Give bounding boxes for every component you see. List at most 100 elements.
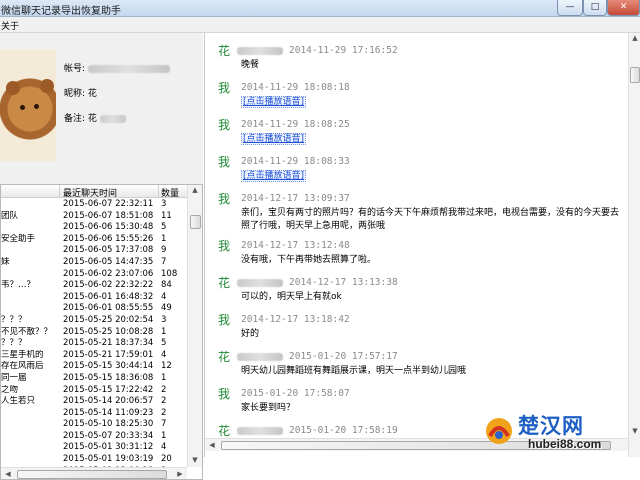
message-time: 2015-01-20 17:58:19 xyxy=(289,425,398,436)
play-voice-link[interactable]: [点击播放语音] xyxy=(241,96,307,108)
table-row[interactable]: 2015-06-01 08:55:55 49 xyxy=(1,303,187,315)
scroll-right-icon[interactable]: ▶ xyxy=(173,470,187,478)
nickname-value: 花 xyxy=(87,89,97,99)
scroll-up-icon[interactable]: ▲ xyxy=(188,186,202,194)
sender-name: 我 xyxy=(218,313,231,327)
table-row[interactable]: 同一届 2015-05-15 18:36:08 1 xyxy=(1,373,187,385)
column-header-time[interactable]: 最近聊天时间 xyxy=(63,186,117,199)
chat-message: 我 2014-12-17 13:18:42 好的 xyxy=(215,310,623,344)
message-count: 4 xyxy=(161,442,167,453)
logo-icon xyxy=(486,418,512,444)
table-row[interactable]: 2015-05-10 18:25:30 7 xyxy=(1,419,187,431)
contact-name: 之吻 xyxy=(1,384,19,395)
last-chat-time: 2015-06-02 23:07:06 xyxy=(63,268,154,279)
message-time: 2014-12-17 13:18:42 xyxy=(241,314,350,325)
message-count: 1 xyxy=(161,430,167,441)
sender-name: 花 xyxy=(218,350,231,364)
table-row[interactable]: 2015-06-06 15:30:48 5 xyxy=(1,222,187,234)
column-header-count[interactable]: 数量 xyxy=(161,186,179,199)
sender-name: 我 xyxy=(218,155,231,169)
note-value-blurred xyxy=(99,114,126,123)
maximize-button[interactable]: □ xyxy=(583,0,607,16)
table-row[interactable]: 2015-05-01 19:03:19 20 xyxy=(1,454,187,466)
sender-nickname-blurred xyxy=(237,427,283,435)
table-row[interactable]: 妹 2015-06-05 14:47:35 7 xyxy=(1,257,187,269)
table-row[interactable]: 之吻 2015-05-15 17:22:42 2 xyxy=(1,385,187,397)
window-title: 微信聊天记录导出恢复助手 xyxy=(1,6,121,17)
contact-list: 最近聊天时间 数量 2015-06-07 22:32:11 3 团队 2015-06-… xyxy=(0,184,203,480)
last-chat-time: 2015-05-10 18:25:30 xyxy=(63,419,154,430)
table-row[interactable]: 不见不散？？ 2015-05-25 10:08:28 1 xyxy=(1,327,187,339)
last-chat-time: 2015-05-25 10:08:28 xyxy=(63,326,154,337)
table-row[interactable]: ？？？ 2015-05-25 20:02:54 3 xyxy=(1,315,187,327)
sender-nickname-blurred xyxy=(237,353,283,361)
contact-list-hscrollbar[interactable]: ◀ ▶ xyxy=(1,467,187,479)
menu-about[interactable]: 关于 xyxy=(1,19,19,32)
last-chat-time: 2015-06-01 08:55:55 xyxy=(63,303,154,314)
contact-list-vscrollbar[interactable]: ▲ ▼ xyxy=(187,185,202,467)
table-row[interactable]: 安全助手 2015-06-06 15:55:26 1 xyxy=(1,234,187,246)
last-chat-time: 2015-05-15 17:22:42 xyxy=(63,384,154,395)
message-body: [点击播放语音] xyxy=(215,96,623,112)
message-count: 11 xyxy=(161,210,172,221)
last-chat-time: 2015-06-05 17:37:08 xyxy=(63,245,154,256)
contact-rows: 2015-06-07 22:32:11 3 团队 2015-06-07 18:51:0… xyxy=(1,199,187,477)
scroll-left-icon[interactable]: ◀ xyxy=(205,441,219,449)
play-voice-link[interactable]: [点击播放语音] xyxy=(241,170,307,182)
table-row[interactable]: 2015-06-05 17:37:08 9 xyxy=(1,245,187,257)
message-count: 5 xyxy=(161,222,167,233)
last-chat-time: 2015-06-07 22:32:11 xyxy=(63,199,154,209)
table-row[interactable]: 团队 2015-06-07 18:51:08 11 xyxy=(1,211,187,223)
bear-eye-left xyxy=(20,105,25,110)
table-row[interactable]: 2015-05-07 20:33:34 1 xyxy=(1,431,187,443)
watermark-url: hubei88.com xyxy=(528,437,602,451)
sender-name: 我 xyxy=(218,118,231,132)
scroll-down-icon[interactable]: ▼ xyxy=(188,456,202,464)
play-voice-link[interactable]: [点击播放语音] xyxy=(241,133,307,145)
message-count: 3 xyxy=(161,199,167,209)
contact-name: 三星手机的 xyxy=(1,349,44,360)
table-row[interactable]: 2015-06-02 23:07:06 108 xyxy=(1,269,187,281)
last-chat-time: 2015-05-14 11:09:23 xyxy=(63,407,154,418)
table-row[interactable]: 存在风雨后 2015-05-15 30:44:14 12 xyxy=(1,361,187,373)
site-watermark: 楚汉网 hubei88.com xyxy=(476,408,640,457)
table-row[interactable]: ？？？ 2015-05-21 18:37:34 5 xyxy=(1,338,187,350)
table-row[interactable]: 2015-05-01 30:31:12 4 xyxy=(1,442,187,454)
message-count: 4 xyxy=(161,291,167,302)
sender-name: 我 xyxy=(218,192,231,206)
minimize-button[interactable]: — xyxy=(557,0,583,16)
scroll-thumb[interactable] xyxy=(630,67,640,83)
contact-name: ？？？ xyxy=(1,314,27,325)
note-value: 花 xyxy=(87,114,97,124)
scroll-up-icon[interactable]: ▲ xyxy=(628,34,640,42)
chat-message: 花 2015-01-20 17:57:17 明天幼儿园舞蹈班有舞蹈展示课，明天一点半… xyxy=(215,347,623,381)
table-row[interactable]: 人生若只 2015-05-14 20:06:57 2 xyxy=(1,396,187,408)
avatar xyxy=(0,49,56,161)
table-row[interactable]: 2015-06-07 22:32:11 3 xyxy=(1,199,187,211)
message-time: 2014-12-17 13:12:48 xyxy=(241,240,350,251)
message-header: 我 2014-12-17 13:18:42 xyxy=(215,310,623,328)
message-time: 2014-12-17 13:13:38 xyxy=(289,277,398,288)
bear-eye-right xyxy=(34,104,39,109)
table-row[interactable]: 2015-06-01 16:48:32 4 xyxy=(1,292,187,304)
table-row[interactable]: 韦？…？ 2015-06-02 22:32:22 84 xyxy=(1,280,187,292)
message-body: 没有哦，下午再带她去照算了啦。 xyxy=(241,255,377,265)
close-button[interactable]: ✕ xyxy=(607,0,640,16)
nickname-row: 昵称: 花 xyxy=(64,86,97,99)
chat-message: 我 2014-11-29 18:08:25 [点击播放语音] xyxy=(215,115,623,149)
table-row[interactable]: 三星手机的 2015-05-21 17:59:01 4 xyxy=(1,350,187,362)
sender-name: 我 xyxy=(218,81,231,95)
table-row[interactable]: 2015-05-14 11:09:23 2 xyxy=(1,408,187,420)
last-chat-time: 2015-06-02 22:32:22 xyxy=(63,280,154,291)
sender-nickname-blurred xyxy=(237,279,283,287)
chat-vscrollbar[interactable]: ▲ ▼ xyxy=(628,33,640,457)
contact-name: 不见不散？？ xyxy=(1,326,53,337)
scroll-thumb[interactable] xyxy=(190,215,201,229)
scroll-thumb[interactable] xyxy=(17,470,167,479)
contact-name: 妹 xyxy=(1,256,10,267)
scroll-left-icon[interactable]: ◀ xyxy=(1,470,15,478)
message-count: 5 xyxy=(161,338,167,349)
last-chat-time: 2015-06-06 15:30:48 xyxy=(63,222,154,233)
last-chat-time: 2015-06-07 18:51:08 xyxy=(63,210,154,221)
message-body: [点击播放语音] xyxy=(215,170,623,186)
